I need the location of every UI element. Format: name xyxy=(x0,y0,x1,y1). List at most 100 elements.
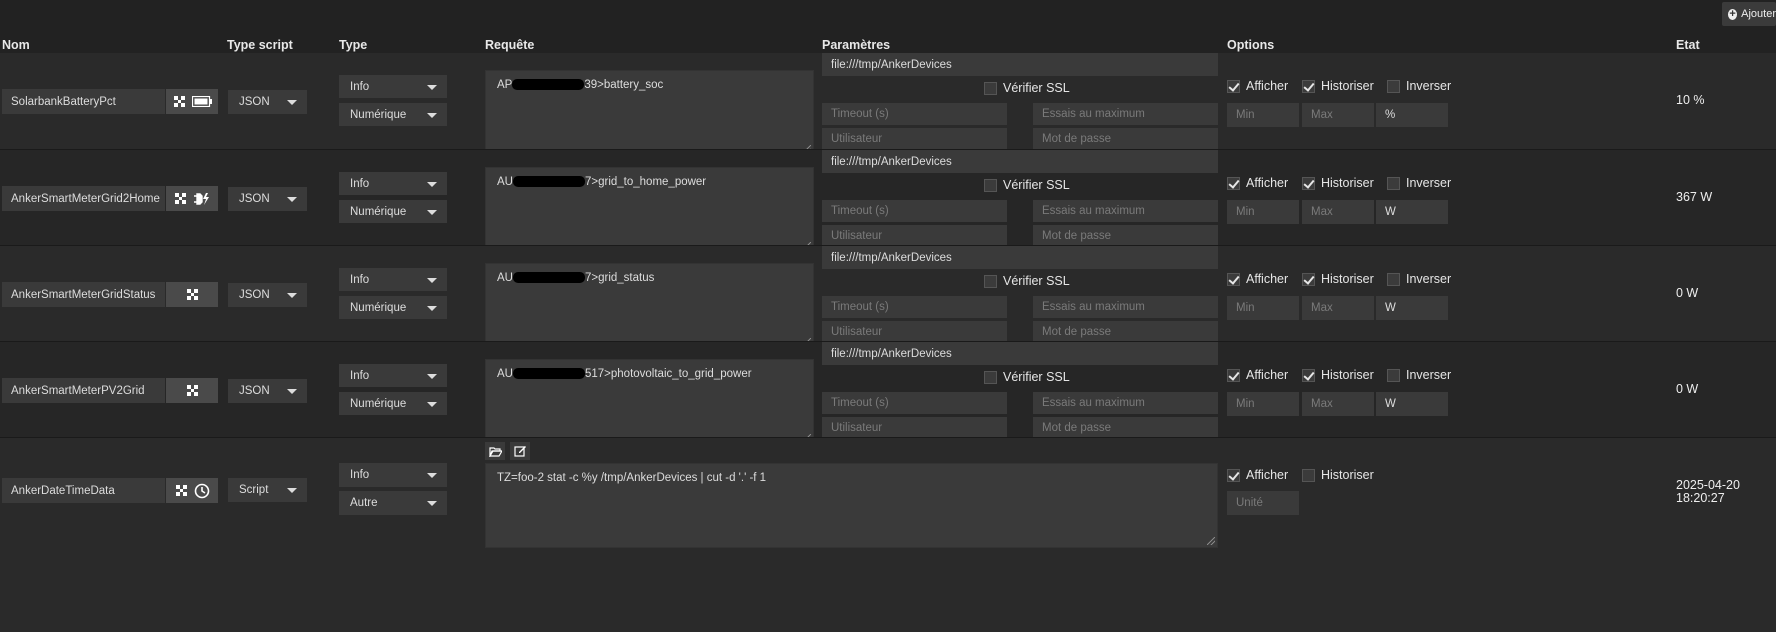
password-field[interactable]: Mot de passe xyxy=(1033,321,1218,343)
max-tries-field[interactable]: Essais au maximum xyxy=(1033,200,1218,222)
max-field[interactable]: Max xyxy=(1302,200,1374,224)
max-tries-field[interactable]: Essais au maximum xyxy=(1033,103,1218,125)
subtype-select[interactable]: Autre xyxy=(339,491,447,515)
type-select[interactable]: Info xyxy=(339,364,447,387)
subtype-select[interactable]: Numérique xyxy=(339,296,447,319)
user-field[interactable]: Utilisateur xyxy=(822,417,1007,439)
state-value: 0 W xyxy=(1676,382,1699,396)
verify-ssl-checkbox[interactable]: Vérifier SSL xyxy=(984,370,1070,384)
redaction-mark xyxy=(512,176,585,188)
table-row: SolarbankBatteryPct JSON Info Numérique AP 39… xyxy=(0,53,1776,156)
unit-field[interactable]: W xyxy=(1376,296,1448,320)
max-field[interactable]: Max xyxy=(1302,103,1374,127)
verify-ssl-checkbox[interactable]: Vérifier SSL xyxy=(984,274,1070,288)
checkbox-checked-icon xyxy=(1302,176,1315,190)
verify-ssl-checkbox-label: Vérifier SSL xyxy=(1003,178,1070,192)
user-field[interactable]: Utilisateur xyxy=(822,128,1007,150)
url-field[interactable]: file:///tmp/AnkerDevices xyxy=(822,53,1218,76)
name-field[interactable]: AnkerSmartMeterGrid2Home xyxy=(2,186,165,211)
type-select[interactable]: Info xyxy=(339,463,447,487)
invert-checkbox[interactable]: Inverser xyxy=(1387,272,1451,286)
timeout-field[interactable]: Timeout (s) xyxy=(822,296,1007,318)
subtype-select[interactable]: Numérique xyxy=(339,200,447,223)
name-field[interactable]: AnkerSmartMeterPV2Grid xyxy=(2,378,165,403)
checkbox-icon xyxy=(984,274,997,288)
name-field[interactable]: AnkerSmartMeterGridStatus xyxy=(2,282,165,307)
min-field[interactable]: Min xyxy=(1227,200,1299,224)
device-icons[interactable] xyxy=(166,89,218,114)
historize-checkbox[interactable]: Historiser xyxy=(1302,272,1374,286)
command-textarea[interactable]: TZ=foo-2 stat -c %y /tmp/AnkerDevices | … xyxy=(485,463,1218,548)
timeout-field[interactable]: Timeout (s) xyxy=(822,392,1007,414)
timeout-field[interactable]: Timeout (s) xyxy=(822,103,1007,125)
historize-checkbox[interactable]: Historiser xyxy=(1302,176,1374,190)
url-field[interactable]: file:///tmp/AnkerDevices xyxy=(822,246,1218,269)
device-icons[interactable] xyxy=(166,282,218,307)
verify-ssl-checkbox[interactable]: Vérifier SSL xyxy=(984,178,1070,192)
max-field[interactable]: Max xyxy=(1302,296,1374,320)
password-field[interactable]: Mot de passe xyxy=(1033,128,1218,150)
invert-checkbox[interactable]: Inverser xyxy=(1387,176,1451,190)
show-checkbox[interactable]: Afficher xyxy=(1227,468,1288,482)
verify-ssl-checkbox[interactable]: Vérifier SSL xyxy=(984,81,1070,95)
edit-button[interactable] xyxy=(510,442,530,460)
header-state: Etat xyxy=(1676,38,1700,52)
unit-field[interactable]: W xyxy=(1376,392,1448,416)
request-textarea[interactable]: AU 517>photovoltaic_to_grid_power xyxy=(485,359,814,445)
add-button[interactable]: + Ajouter xyxy=(1722,2,1776,26)
chevron-down-icon xyxy=(287,488,297,493)
checkbox-checked-icon xyxy=(1302,272,1315,286)
redaction-mark xyxy=(512,368,585,380)
timeout-field[interactable]: Timeout (s) xyxy=(822,200,1007,222)
checkbox-icon xyxy=(984,178,997,192)
chevron-down-icon xyxy=(287,197,297,202)
password-field[interactable]: Mot de passe xyxy=(1033,417,1218,439)
min-field[interactable]: Min xyxy=(1227,103,1299,127)
add-button-label: Ajouter xyxy=(1741,8,1776,20)
subtype-select-value: Autre xyxy=(350,497,378,509)
user-field[interactable]: Utilisateur xyxy=(822,225,1007,247)
show-checkbox[interactable]: Afficher xyxy=(1227,272,1288,286)
user-field[interactable]: Utilisateur xyxy=(822,321,1007,343)
script-type-select[interactable]: JSON xyxy=(228,283,307,307)
max-tries-field[interactable]: Essais au maximum xyxy=(1033,296,1218,318)
historize-checkbox[interactable]: Historiser xyxy=(1302,368,1374,382)
subtype-select[interactable]: Numérique xyxy=(339,103,447,126)
min-field[interactable]: Min xyxy=(1227,392,1299,416)
min-field[interactable]: Min xyxy=(1227,296,1299,320)
script-type-select[interactable]: Script xyxy=(228,478,307,502)
script-type-select[interactable]: JSON xyxy=(228,379,307,403)
type-select[interactable]: Info xyxy=(339,75,447,98)
unit-field[interactable]: Unité xyxy=(1227,491,1299,515)
historize-checkbox[interactable]: Historiser xyxy=(1302,79,1374,93)
device-icons[interactable] xyxy=(166,478,218,503)
unit-field[interactable]: % xyxy=(1376,103,1448,127)
type-select[interactable]: Info xyxy=(339,172,447,195)
show-checkbox[interactable]: Afficher xyxy=(1227,368,1288,382)
type-select[interactable]: Info xyxy=(339,268,447,291)
resize-grip-icon[interactable] xyxy=(1207,537,1215,545)
unit-field[interactable]: W xyxy=(1376,200,1448,224)
password-field[interactable]: Mot de passe xyxy=(1033,225,1218,247)
script-type-select[interactable]: JSON xyxy=(228,187,307,211)
device-icons[interactable] xyxy=(166,186,218,211)
max-tries-field[interactable]: Essais au maximum xyxy=(1033,392,1218,414)
device-icons[interactable] xyxy=(166,378,218,403)
invert-checkbox[interactable]: Inverser xyxy=(1387,79,1451,93)
name-field[interactable]: SolarbankBatteryPct xyxy=(2,89,165,114)
request-textarea[interactable]: AU 7>grid_status xyxy=(485,263,814,349)
state-line2: 18:20:27 xyxy=(1676,491,1725,505)
script-type-select[interactable]: JSON xyxy=(228,90,307,114)
open-folder-button[interactable] xyxy=(485,442,505,460)
max-field[interactable]: Max xyxy=(1302,392,1374,416)
url-field[interactable]: file:///tmp/AnkerDevices xyxy=(822,150,1218,173)
name-field[interactable]: AnkerDateTimeData xyxy=(2,478,165,503)
show-checkbox[interactable]: Afficher xyxy=(1227,176,1288,190)
historize-checkbox[interactable]: Historiser xyxy=(1302,468,1374,482)
subtype-select[interactable]: Numérique xyxy=(339,392,447,415)
show-checkbox[interactable]: Afficher xyxy=(1227,79,1288,93)
invert-checkbox[interactable]: Inverser xyxy=(1387,368,1451,382)
request-textarea[interactable]: AP 39>battery_soc xyxy=(485,70,814,156)
url-field[interactable]: file:///tmp/AnkerDevices xyxy=(822,342,1218,365)
request-textarea[interactable]: AU 7>grid_to_home_power xyxy=(485,167,814,253)
